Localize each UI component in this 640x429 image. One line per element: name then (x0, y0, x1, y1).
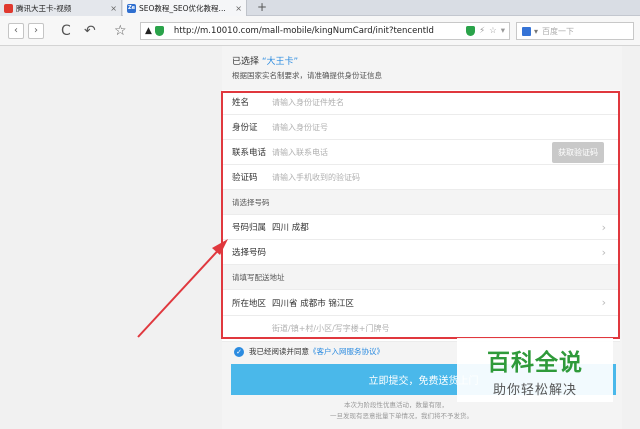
order-form: 姓名 请输入身份证件姓名 身份证 请输入身份证号 联系电话 请输入联系电话 获取… (222, 90, 620, 342)
address-bar[interactable]: ▲ http://m.10010.com/mall-mobile/kingNum… (140, 22, 510, 40)
code-field[interactable]: 验证码 请输入手机收到的验证码 (222, 165, 620, 190)
real-name-notice: 根据国家实名制要求，请准确提供身份证信息 (232, 71, 382, 80)
get-code-button[interactable]: 获取验证码 (552, 142, 604, 163)
lightning-icon[interactable]: ⚡ (479, 26, 485, 36)
address-url[interactable]: http://m.10010.com/mall-mobile/kingNumCa… (168, 26, 466, 36)
star-icon[interactable]: ☆ (489, 26, 497, 36)
chevron-right-icon: › (601, 296, 606, 309)
ze-favicon-icon: Ze (127, 3, 136, 13)
tab-seo-tutorial[interactable]: Ze SEO教程_SEO优化教程... × (123, 0, 247, 16)
agree-text: 我已经阅读并同意 (249, 347, 309, 356)
tab-title: 腾讯大王卡-视频 (16, 3, 72, 13)
name-field[interactable]: 姓名 请输入身份证件姓名 (222, 90, 620, 115)
street-input[interactable]: 街道/镇+村/小区/写字楼+门牌号 (272, 323, 390, 334)
browser-toolbar: ‹ › C ↶ ☆ ▲ http://m.10010.com/mall-mobi… (0, 16, 640, 46)
number-region-row[interactable]: 号码归属 四川 成都 › (222, 215, 620, 240)
phone-field[interactable]: 联系电话 请输入联系电话 获取验证码 (222, 140, 620, 165)
section-choose-number: 请选择号码 (222, 190, 620, 215)
watermark-title: 百科全说 (487, 349, 583, 376)
agreement[interactable]: ✓ 我已经阅读并同意 《客户入网服务协议》 (234, 346, 384, 357)
close-icon[interactable]: × (235, 4, 242, 13)
back-button[interactable]: ‹ (8, 23, 24, 39)
selected-card-title: 已选择 “大王卡” (232, 57, 299, 67)
chevron-down-icon[interactable]: ▾ (501, 26, 505, 36)
search-box[interactable]: ▾ 百度一下 (516, 22, 634, 40)
phone-input[interactable]: 请输入联系电话 (272, 147, 328, 158)
forward-button[interactable]: › (28, 23, 44, 39)
green-shield-icon[interactable] (466, 26, 476, 36)
area-label: 所在地区 (232, 298, 267, 309)
video-favicon-icon (4, 3, 13, 13)
id-input[interactable]: 请输入身份证号 (272, 122, 328, 133)
choose-number-label: 选择号码 (232, 248, 267, 258)
region-label: 号码归属 (232, 223, 267, 233)
chevron-down-icon[interactable]: ▾ (534, 27, 538, 36)
name-input[interactable]: 请输入身份证件姓名 (272, 97, 344, 108)
id-field[interactable]: 身份证 请输入身份证号 (222, 115, 620, 140)
footer-warning: 一旦发现有恶意批量下单情况，我们将不予发货。 (330, 412, 473, 420)
tab-bar: 腾讯大王卡-视频 × Ze SEO教程_SEO优化教程... × + (0, 0, 640, 16)
check-icon[interactable]: ✓ (234, 346, 244, 357)
chevron-right-icon: › (601, 221, 606, 234)
watermark-subtitle: 助你轻松解决 (492, 382, 577, 398)
selected-card-name: “大王卡” (261, 57, 299, 67)
tab-tencent-king-card[interactable]: 腾讯大王卡-视频 × (0, 0, 122, 16)
baike-watermark: 百科全说 助你轻松解决 (457, 338, 613, 402)
choose-number-row[interactable]: 选择号码 › (222, 240, 620, 265)
id-label: 身份证 (232, 123, 258, 133)
favorite-star-button[interactable]: ☆ (114, 22, 127, 40)
region-value: 四川 成都 (272, 223, 309, 233)
search-placeholder[interactable]: 百度一下 (542, 26, 574, 37)
security-shield-icon (154, 26, 164, 36)
section-delivery-address: 请填写配送地址 (222, 265, 620, 290)
footer-note: 本次为阶段性优惠活动，数量有限， (344, 401, 448, 409)
close-icon[interactable]: × (110, 4, 117, 13)
tree-icon: ▲ (145, 26, 152, 36)
undo-button[interactable]: ↶ (84, 22, 96, 40)
tab-title: SEO教程_SEO优化教程... (139, 3, 226, 13)
phone-label: 联系电话 (232, 148, 267, 158)
name-label: 姓名 (232, 98, 250, 108)
new-tab-button[interactable]: + (254, 0, 270, 16)
code-label: 验证码 (232, 173, 258, 183)
search-engine-icon[interactable] (522, 26, 531, 36)
chevron-right-icon: › (601, 246, 606, 259)
area-value: 四川省 成都市 锦江区 (272, 298, 354, 309)
reload-button[interactable]: C (61, 22, 71, 40)
area-row[interactable]: 所在地区 四川省 成都市 锦江区 › (222, 290, 620, 316)
agreement-link[interactable]: 《客户入网服务协议》 (309, 346, 384, 357)
code-input[interactable]: 请输入手机收到的验证码 (272, 172, 360, 183)
